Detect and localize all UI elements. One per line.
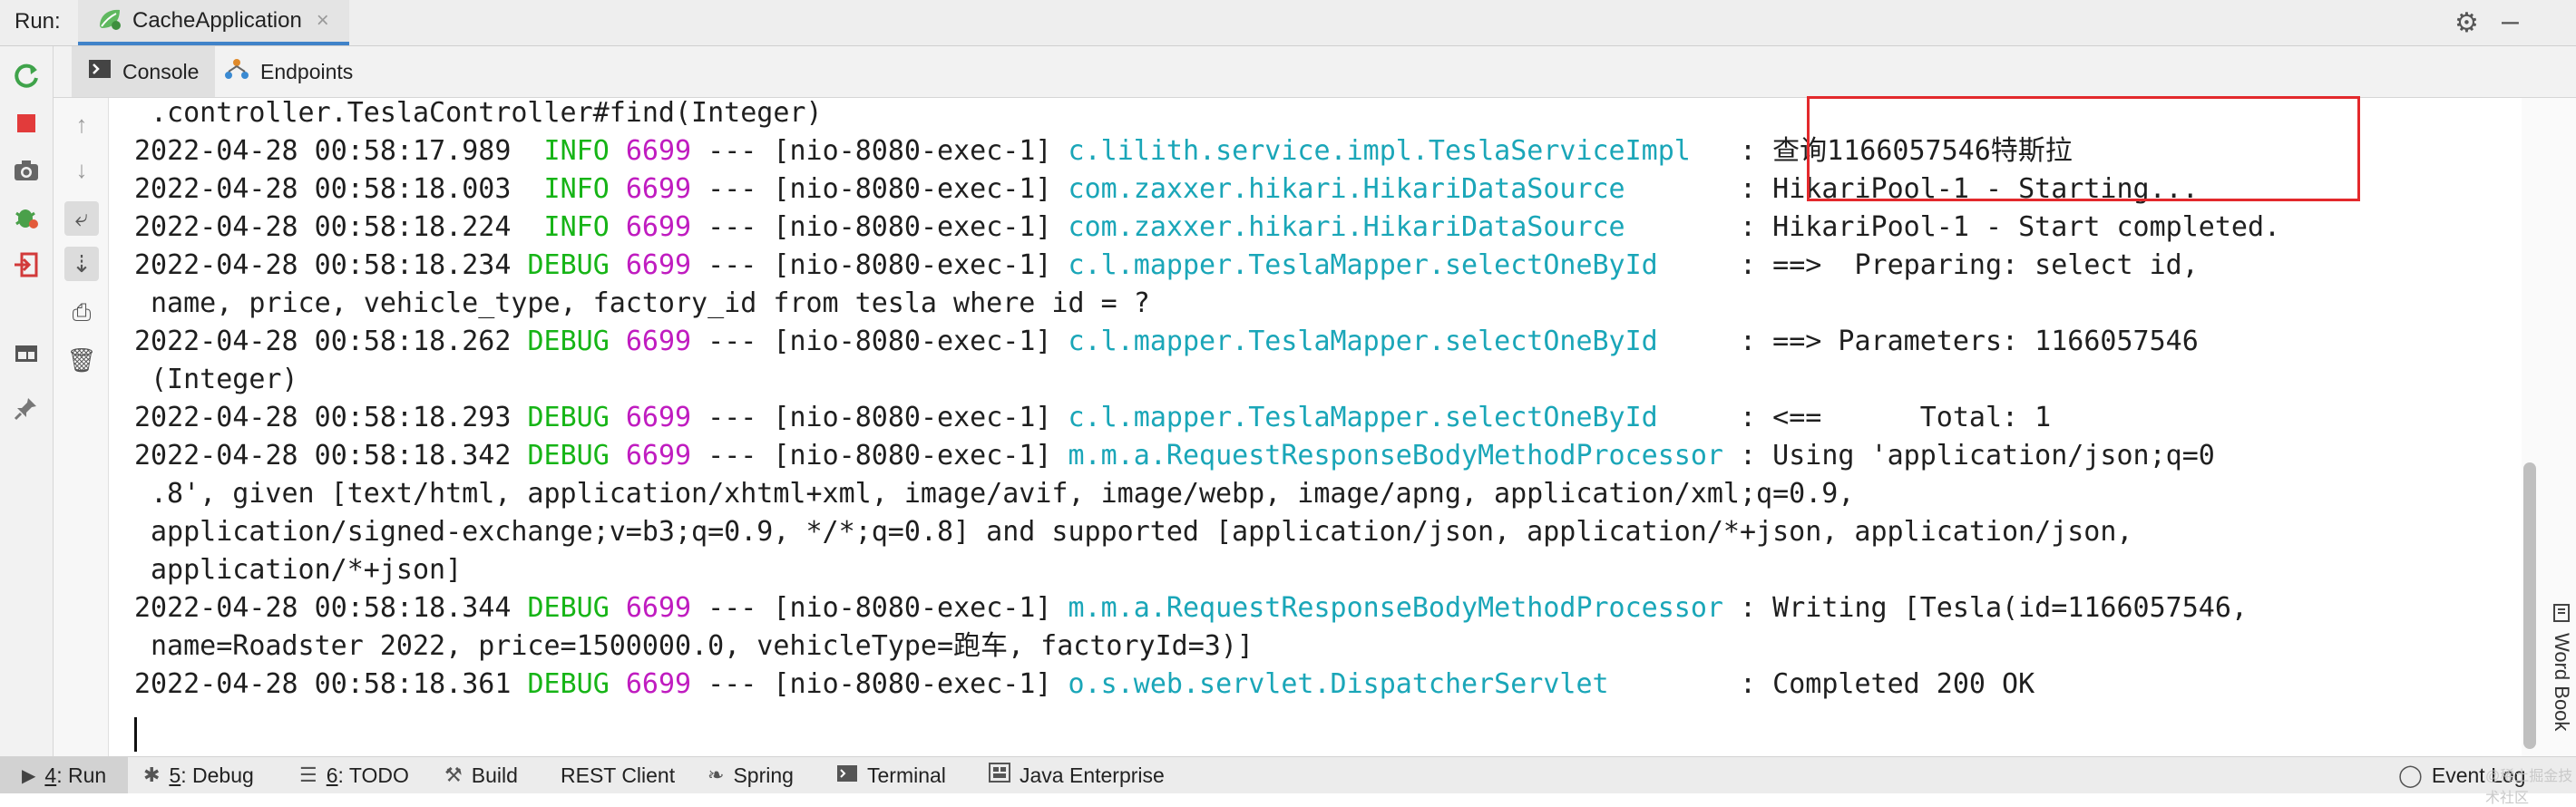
bottom-tab-rest-client-label: REST Client [561, 763, 676, 787]
bottom-tab-todo-number: 6 [326, 763, 338, 787]
gear-icon[interactable]: ⚙ [2454, 7, 2479, 39]
bug-icon: ✱ [143, 763, 161, 786]
stop-icon[interactable] [9, 106, 44, 141]
run-tool-window-header: Run: CacheApplication × ⚙ – [0, 0, 2576, 46]
word-book-label: Word Book [2551, 633, 2573, 732]
event-log-icon: ◯ [2398, 763, 2423, 788]
bottom-tab-debug[interactable]: ✱ 5: Debug [143, 757, 254, 793]
run-actions-toolbar [0, 46, 54, 756]
log-line: 2022-04-28 00:58:18.344 DEBUG 6699 --- [… [134, 592, 2248, 624]
highlight-annotation-box [1807, 96, 2360, 201]
terminal-icon [836, 763, 858, 788]
bottom-tab-spring-label: Spring [733, 763, 794, 787]
run-config-tab[interactable]: CacheApplication × [78, 0, 349, 45]
tool-window-bar: ▶ 4: Run ✱ 5: Debug ☰ 6: TODO ⚒ Build RE… [0, 756, 2576, 793]
debug-bug-icon[interactable] [9, 200, 44, 235]
java-enterprise-icon [989, 763, 1010, 788]
log-line: .controller.TeslaController#find(Integer… [151, 98, 823, 129]
trash-icon[interactable]: 🗑 [64, 343, 99, 377]
login-arrow-icon[interactable] [9, 248, 44, 282]
bottom-tab-todo-label: : TODO [337, 763, 409, 787]
bottom-tab-run-label: : Run [56, 763, 107, 787]
todo-list-icon: ☰ [299, 763, 317, 786]
log-line: application/*+json] [151, 554, 463, 586]
minimize-icon[interactable]: – [2502, 4, 2519, 39]
bottom-tab-java-enterprise[interactable]: Java Enterprise [989, 757, 1165, 793]
scroll-down-icon[interactable]: ↓ [64, 152, 99, 187]
text-cursor [134, 717, 137, 752]
camera-icon[interactable] [9, 153, 44, 188]
bottom-tab-build[interactable]: ⚒ Build [444, 757, 518, 793]
bottom-tab-terminal[interactable]: Terminal [836, 757, 946, 793]
scrollbar-thumb[interactable] [2523, 462, 2536, 749]
spring-icon: ❧ [707, 763, 725, 786]
close-tab-icon[interactable]: × [317, 8, 329, 34]
console-icon [88, 59, 112, 84]
bottom-tab-rest-client[interactable]: REST Client [561, 757, 675, 793]
pin-icon[interactable] [9, 391, 44, 425]
bottom-tab-java-enterprise-label: Java Enterprise [1020, 763, 1165, 787]
bottom-tab-spring[interactable]: ❧ Spring [707, 757, 794, 793]
layout-icon[interactable] [9, 336, 44, 371]
watermark: @稀土掘金技术社区 [2485, 769, 2573, 806]
bottom-tab-run[interactable]: ▶ 4: Run [0, 757, 129, 793]
log-line: application/signed-exchange;v=b3;q=0.9, … [151, 516, 2133, 548]
log-line: 2022-04-28 00:58:18.361 DEBUG 6699 --- [… [134, 668, 2035, 700]
rerun-icon[interactable] [9, 59, 44, 93]
log-line: 2022-04-28 00:58:18.262 DEBUG 6699 --- [… [134, 326, 2199, 357]
endpoints-icon [224, 57, 249, 86]
scroll-to-end-icon[interactable]: ⇣ [64, 247, 99, 281]
print-icon[interactable]: ⎙ [64, 296, 99, 330]
run-play-icon: ▶ [22, 765, 36, 786]
console-subtabs: Console Endpoints [54, 46, 2576, 98]
bottom-tab-todo[interactable]: ☰ 6: TODO [299, 757, 409, 793]
bottom-tab-terminal-label: Terminal [867, 763, 946, 787]
log-line: 2022-04-28 00:58:18.293 DEBUG 6699 --- [… [134, 402, 2052, 433]
bottom-tab-build-label: Build [471, 763, 518, 787]
tab-endpoints[interactable]: Endpoints [208, 46, 369, 97]
run-config-tab-label: CacheApplication [132, 8, 302, 33]
bottom-tab-debug-label: : Debug [181, 763, 254, 787]
log-line: name=Roadster 2022, price=1500000.0, veh… [151, 630, 1254, 662]
console-toolbar: ↑ ↓ ⤶ ⇣ ⎙ 🗑 [54, 98, 109, 756]
run-label: Run: [15, 9, 61, 34]
log-line: name, price, vehicle_type, factory_id fr… [151, 287, 1150, 319]
tab-console[interactable]: Console [72, 46, 216, 97]
log-line: (Integer) [151, 364, 298, 395]
hammer-icon: ⚒ [444, 763, 463, 786]
log-line: 2022-04-28 00:58:18.234 DEBUG 6699 --- [… [134, 249, 2199, 281]
soft-wrap-icon[interactable]: ⤶ [64, 201, 99, 236]
scroll-up-icon[interactable]: ↑ [64, 107, 99, 141]
word-book-side-tab[interactable]: Word Book [2547, 603, 2576, 748]
bottom-tab-run-number: 4 [44, 763, 57, 787]
book-icon [2552, 603, 2571, 627]
bottom-tab-debug-number: 5 [169, 763, 181, 787]
tab-console-label: Console [122, 59, 200, 83]
log-line: 2022-04-28 00:58:18.224 INFO 6699 --- [n… [134, 211, 2281, 243]
tab-endpoints-label: Endpoints [260, 59, 354, 83]
log-line: .8', given [text/html, application/xhtml… [151, 478, 1855, 510]
log-line: 2022-04-28 00:58:18.342 DEBUG 6699 --- [… [134, 440, 2215, 472]
log-line: 2022-04-28 00:58:17.989 INFO 6699 --- [n… [134, 135, 2073, 167]
spring-leaf-icon [96, 6, 123, 36]
